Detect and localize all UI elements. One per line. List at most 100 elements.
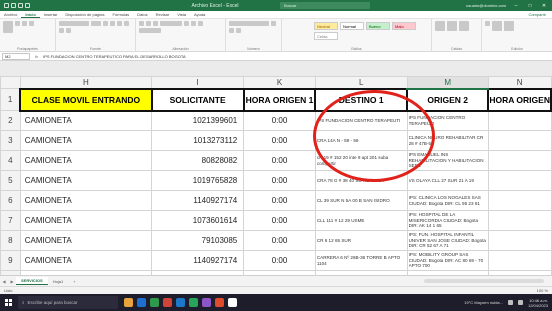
align-left-icon[interactable] [184,21,189,26]
copy-icon[interactable] [22,21,27,26]
cell-hora-origen-n[interactable] [487,110,552,131]
comma-icon[interactable] [236,28,241,33]
taskbar-app-icon[interactable] [150,298,159,307]
borders-icon[interactable] [124,21,129,26]
cell-destino-1[interactable]: CL 39 SUR N 5A 00 B SAN ISIDRO [314,190,408,211]
cell-destino-1[interactable]: CRA 14A N - 59 - 59 [314,130,408,151]
cell-hora-origen-1[interactable]: 0:00 [243,170,316,191]
cell-hora-origen-1[interactable]: 0:00 [243,150,316,171]
header-cell-solicitante[interactable]: SOLICITANTE [150,87,245,112]
cell-destino-1[interactable]: CRA 78 G # 38 40 SU KENNEDY [314,170,408,191]
row-header[interactable]: 9 [0,250,21,271]
taskbar-app-icon[interactable] [189,298,198,307]
tab-archivo[interactable]: Archivo [0,12,21,17]
cell-hora-origen-n[interactable] [487,230,552,251]
cell-solicitante[interactable]: 1013273112 [151,130,245,151]
clock[interactable]: 10:46 a.m. 12/04/2023 [528,298,548,308]
cell-clase[interactable]: CAMIONETA [19,170,153,191]
underline-icon[interactable] [117,21,122,26]
fx-icon[interactable]: fx [30,54,43,59]
row-header[interactable]: 7 [0,210,21,231]
format-icon[interactable] [459,21,469,31]
format-painter-icon[interactable] [29,21,34,26]
weather-text[interactable]: 19°C Mayorm nubla... [464,300,503,305]
add-sheet-button[interactable]: + [68,279,80,284]
network-icon[interactable] [507,300,513,305]
taskbar-app-icon[interactable] [124,298,133,307]
prev-sheet-icon[interactable]: ◀ [0,279,8,284]
style-celda[interactable]: Celda [314,32,338,40]
cell-origen-2[interactable]: IPS: FUN. HOSPITAL INFANTIL UNIVER SAN J… [406,230,489,251]
style-malo[interactable]: Malo [392,22,416,30]
cell-solicitante[interactable]: 1019765828 [151,170,245,191]
column-header-m[interactable]: M [406,76,489,90]
zoom-level[interactable]: 100 % [537,288,548,293]
align-right-icon[interactable] [198,21,203,26]
style-neutral[interactable]: Neutral [314,22,338,30]
cell-origen-2[interactable]: IPS: CLINICA LOS NOGALES SAS CIUDAD: Bog… [406,190,489,211]
cell-grid[interactable]: H I K L M N 1 CLASE MOVIL ENTRANDO SOLIC… [0,76,552,275]
cell-clase[interactable]: CAMIONETA [19,130,153,151]
cell-destino-1[interactable]: CLL 111 # 12 29 USME [314,210,408,231]
taskbar-search-box[interactable]: ⌕ Escribe aquí para buscar [18,296,118,309]
cell-clase[interactable]: CAMIONETA [19,230,153,251]
percent-icon[interactable] [229,28,234,33]
header-cell-origen-2[interactable]: ORIGEN 2 [406,87,490,112]
currency-icon[interactable] [271,21,276,26]
cell-clase[interactable]: CAMIONETA [19,150,153,171]
taskbar-app-icon[interactable] [176,298,185,307]
title-search-input[interactable]: Buscar [280,2,370,9]
autosum-icon[interactable] [485,21,490,26]
start-button[interactable] [0,294,16,311]
cell-clase[interactable]: CAMIONETA [19,190,153,211]
tab-ayuda[interactable]: Ayuda [190,12,209,17]
cell-hora-origen-n[interactable] [487,190,552,211]
cell-hora-origen-1[interactable]: 0:00 [243,130,316,151]
horizontal-scrollbar[interactable] [424,279,544,283]
cell-hora-origen-n[interactable] [487,250,552,271]
font-name-select[interactable] [59,21,89,26]
style-normal[interactable]: Normal [340,22,364,30]
style-bueno[interactable]: Bueno [366,22,390,30]
cell-clase[interactable]: CAMIONETA [19,250,153,271]
cell-solicitante[interactable]: 79103085 [151,230,245,251]
cell-clase[interactable]: CAMIONETA [19,110,153,131]
align-bottom-icon[interactable] [153,21,158,26]
tab-revisar[interactable]: Revisar [152,12,174,17]
cell-hora-origen-1[interactable]: 0:00 [243,110,316,131]
row-header[interactable]: 2 [0,110,21,131]
italic-icon[interactable] [110,21,115,26]
select-all-corner[interactable] [0,76,21,89]
cell-destino-1[interactable]: IPS FUNDACION CENTRO TERAPEUTI [314,110,408,131]
cell-origen-2[interactable]: IPS: HOSPITAL DE LA MISERICORDIA CIUDAD:… [406,210,489,231]
tab-insertar[interactable]: Insertar [40,12,62,17]
row-header[interactable]: 1 [0,88,21,111]
taskbar-app-icon[interactable] [202,298,211,307]
cell-solicitante[interactable]: 80828082 [151,150,245,171]
cell-origen-2[interactable]: IPS: MOBILITY GROUP SAS CIUDAD: Bogota D… [406,250,489,271]
tab-formulas[interactable]: Fórmulas [109,12,134,17]
sheet-tab-hoja1[interactable]: Hoja1 [48,278,68,285]
cell-hora-origen-n[interactable] [487,210,552,231]
formula-input[interactable]: IPS FUNDACION CENTRO TERAPEUTICO PARA EL… [43,54,186,59]
number-format-select[interactable] [229,21,269,26]
cut-icon[interactable] [15,21,20,26]
row-header[interactable]: 6 [0,190,21,211]
column-header-k[interactable]: K [243,76,316,89]
taskbar-app-icon[interactable] [228,298,237,307]
cell-hora-origen-n[interactable] [487,130,552,151]
column-header-n[interactable]: N [487,76,552,89]
tab-vista[interactable]: Vista [173,12,190,17]
sheet-tab-servicios[interactable]: SERVICIOS [16,277,48,285]
header-cell-hora-origen-1[interactable]: HORA ORIGEN 1 [242,87,317,112]
taskbar-app-icon[interactable] [215,298,224,307]
align-top-icon[interactable] [139,21,144,26]
cell-solicitante[interactable]: 1021399601 [151,110,245,131]
row-header[interactable]: 5 [0,170,21,191]
delete-icon[interactable] [447,21,457,31]
cell-destino-1[interactable]: CR 6 12 65 SUR [314,230,408,251]
align-center-icon[interactable] [191,21,196,26]
tab-inicio[interactable]: Inicio [21,12,40,18]
wrap-text-icon[interactable] [160,21,182,26]
cell-clase[interactable]: CAMIONETA [19,210,153,231]
